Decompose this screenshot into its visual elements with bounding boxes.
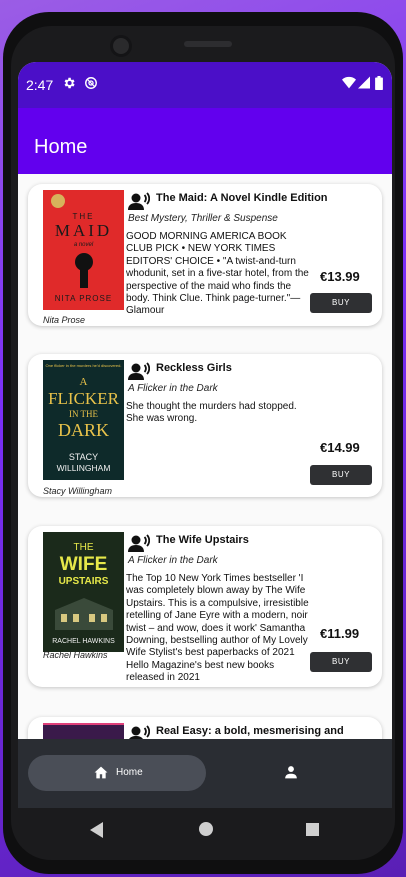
book-title: The Maid: A Novel Kindle Edition — [156, 192, 328, 204]
book-cover-image: THE MAID a novel NITA PROSE — [43, 190, 124, 310]
book-subtitle: A Flicker in the Dark — [128, 383, 218, 394]
wifi-icon — [342, 76, 356, 94]
book-card[interactable]: THE MAID a novel NITA PROSE Nita Prose T… — [28, 184, 382, 326]
gear-icon — [62, 76, 76, 95]
book-title-row: The Wife Upstairs — [128, 532, 368, 552]
book-title-row: Real Easy: a bold, mesmerising and — [128, 723, 368, 739]
award-seal-icon — [51, 194, 65, 208]
house-illustration — [55, 598, 113, 630]
buy-button[interactable]: BUY — [310, 293, 372, 313]
book-cover-image: One flicker in the murders he'd discover… — [43, 360, 124, 480]
cover-title-c: UPSTAIRS — [58, 576, 109, 587]
nav-home-label: Home — [116, 767, 143, 778]
cover-title-main: MAID — [54, 221, 113, 240]
headphones-audio-icon — [128, 725, 151, 739]
app-screen: 2:47 Home THE MAID a novel NITA PROSE Ni… — [18, 62, 392, 808]
book-price: €13.99 — [320, 269, 360, 284]
book-price: €11.99 — [320, 626, 360, 641]
cover-title-b: WIFE — [59, 554, 108, 575]
at-sign-icon — [84, 76, 98, 95]
buy-button[interactable]: BUY — [310, 465, 372, 485]
bottom-navigation: Home — [18, 739, 392, 808]
book-cover-image — [43, 723, 124, 739]
book-cover-image: THE WIFE UPSTAIRS RACHEL HAWKINS — [43, 532, 124, 652]
nav-home-tab[interactable]: Home — [28, 755, 206, 791]
cover-author: NITA PROSE — [54, 294, 113, 303]
status-time: 2:47 — [26, 77, 54, 93]
book-author: Nita Prose — [43, 315, 86, 325]
status-bar: 2:47 — [18, 62, 392, 108]
book-card[interactable]: Real Easy: a bold, mesmerising and — [28, 717, 382, 739]
cover-byline: a novel — [73, 242, 94, 248]
cover-title-d: DARK — [57, 420, 109, 440]
book-author: Stacy Willingham — [43, 486, 112, 496]
book-author: Rachel Hawkins — [43, 650, 108, 660]
keyhole-hand-icon — [75, 253, 93, 288]
recents-icon[interactable] — [306, 823, 319, 836]
book-title-row: Reckless Girls — [128, 360, 368, 380]
person-icon[interactable] — [284, 765, 298, 784]
device-background: 2:47 Home THE MAID a novel NITA PROSE Ni… — [0, 0, 406, 877]
book-description: The Top 10 New York Times bestseller 'I … — [126, 573, 309, 684]
cover-author-a: STACY — [68, 452, 99, 462]
home-circle-icon[interactable] — [199, 822, 213, 836]
book-title: Reckless Girls — [156, 362, 232, 374]
book-description: GOOD MORNING AMERICA BOOK CLUB PICK • NE… — [126, 231, 309, 317]
cover-tagline: One flicker in the murders he'd discover… — [45, 363, 122, 368]
book-subtitle: Best Mystery, Thriller & Suspense — [128, 213, 278, 224]
book-description: She thought the murders had stopped. She… — [126, 401, 297, 425]
buy-button[interactable]: BUY — [310, 652, 372, 672]
cover-author-b: WILLINGHAM — [56, 463, 111, 473]
cover-title-top: THE — [72, 212, 95, 221]
front-camera — [113, 38, 129, 54]
book-title: The Wife Upstairs — [156, 534, 249, 546]
book-list[interactable]: THE MAID a novel NITA PROSE Nita Prose T… — [18, 174, 392, 739]
book-card[interactable]: One flicker in the murders he'd discover… — [28, 354, 382, 497]
back-icon[interactable] — [90, 822, 104, 838]
cover-title-a: A — [79, 376, 88, 388]
app-bar: Home — [18, 108, 392, 174]
home-icon — [94, 766, 108, 779]
page-title: Home — [34, 136, 88, 158]
system-navigation-bar — [18, 808, 392, 848]
battery-icon — [375, 76, 383, 95]
headphones-audio-icon — [128, 362, 151, 385]
book-subtitle: A Flicker in the Dark — [128, 555, 218, 566]
book-title-row: The Maid: A Novel Kindle Edition — [128, 190, 368, 210]
cover-title-b: FLICKER — [48, 389, 119, 408]
earpiece-speaker — [184, 41, 232, 47]
book-price: €14.99 — [320, 440, 360, 455]
cover-title-a: THE — [73, 542, 94, 553]
book-title: Real Easy: a bold, mesmerising and — [156, 725, 344, 737]
cover-title-c: IN THE — [68, 409, 99, 419]
signal-icon — [358, 76, 370, 94]
cover-author: RACHEL HAWKINS — [52, 638, 115, 645]
book-card[interactable]: THE WIFE UPSTAIRS RACHEL HAWKINS Rachel … — [28, 526, 382, 687]
headphones-audio-icon — [128, 534, 151, 557]
headphones-audio-icon — [128, 192, 151, 215]
